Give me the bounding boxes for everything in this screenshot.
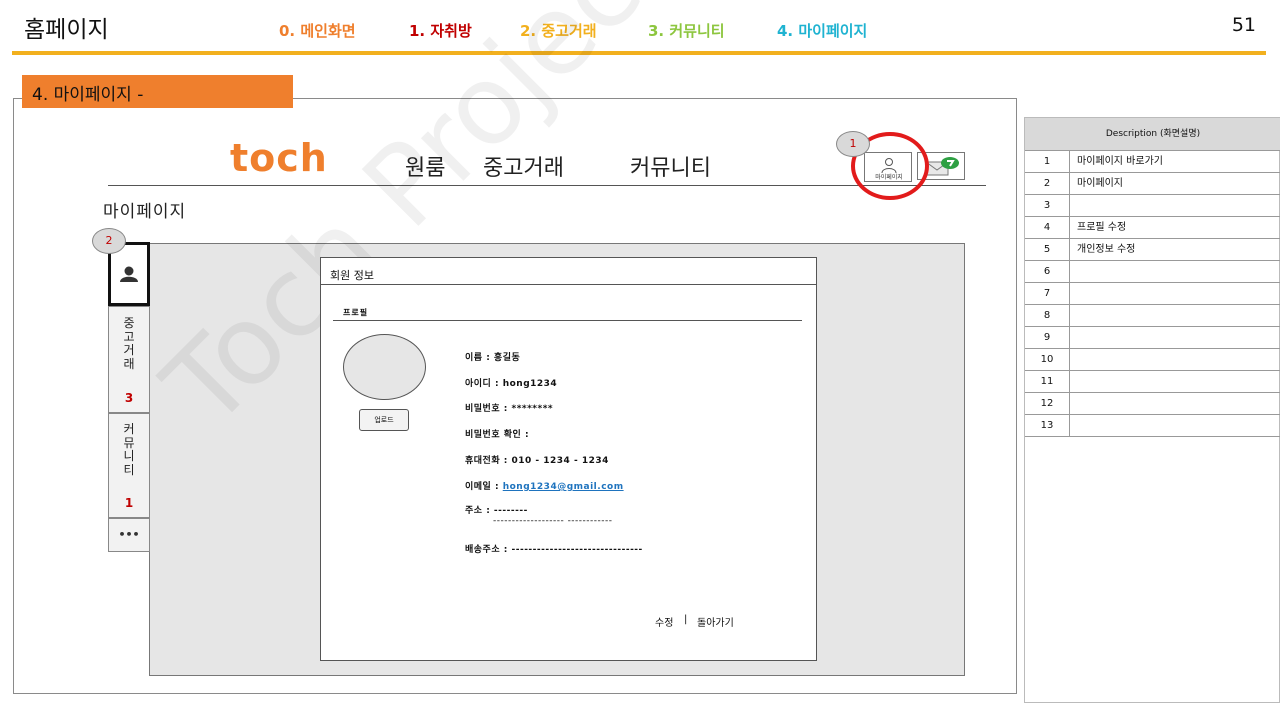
row-number: 9 bbox=[1025, 327, 1070, 349]
row-number: 4 bbox=[1025, 217, 1070, 239]
row-number: 2 bbox=[1025, 173, 1070, 195]
row-number: 11 bbox=[1025, 371, 1070, 393]
description-table: Description (화면설명) 1 마이페이지 바로가기 2 마이페이지 3 … bbox=[1024, 117, 1280, 703]
side-tab-market-count: 3 bbox=[124, 391, 134, 405]
description-row: 12 bbox=[1025, 393, 1280, 415]
user-icon bbox=[120, 266, 138, 282]
field-password[interactable]: 비밀번호 : ******** bbox=[465, 401, 553, 414]
row-number: 10 bbox=[1025, 349, 1070, 371]
row-number: 3 bbox=[1025, 195, 1070, 217]
row-number: 5 bbox=[1025, 239, 1070, 261]
description-row: 4 프로필 수정 bbox=[1025, 217, 1280, 239]
field-password-confirm[interactable]: 비밀번호 확인 : bbox=[465, 427, 529, 440]
side-tab-community[interactable]: 커뮤니티 1 bbox=[108, 413, 150, 518]
field-email[interactable]: 이메일 : hong1234@gmail.com bbox=[465, 479, 624, 492]
profile-divider bbox=[333, 320, 802, 321]
side-tab-community-label: 커뮤니티 bbox=[123, 422, 135, 477]
site-logo[interactable]: toch bbox=[230, 136, 328, 180]
description-row: 2 마이페이지 bbox=[1025, 173, 1280, 195]
card-title-divider bbox=[320, 284, 817, 285]
row-text: 마이페이지 바로가기 bbox=[1077, 156, 1163, 167]
nav-main[interactable]: 0. 메인화면 bbox=[279, 20, 356, 41]
field-id: 아이디 : hong1234 bbox=[465, 379, 558, 389]
description-row: 1 마이페이지 바로가기 bbox=[1025, 151, 1280, 173]
row-text: 마이페이지 bbox=[1077, 178, 1123, 189]
row-number: 7 bbox=[1025, 283, 1070, 305]
description-row: 6 bbox=[1025, 261, 1280, 283]
avatar bbox=[343, 334, 426, 400]
field-name: 이름 : 홍길동 bbox=[465, 353, 521, 363]
more-icon: ••• bbox=[118, 528, 140, 541]
field-phone[interactable]: 휴대전화 : 010 - 1234 - 1234 bbox=[465, 453, 609, 466]
description-row: 5 개인정보 수정 bbox=[1025, 239, 1280, 261]
mypage-heading: 마이페이지 bbox=[103, 202, 187, 222]
side-tab-community-count: 1 bbox=[124, 496, 134, 510]
section-tag: 4. 마이페이지 - bbox=[22, 75, 293, 108]
profile-subtitle: 프로필 bbox=[343, 308, 369, 317]
annotation-badge-2: 2 bbox=[92, 228, 126, 254]
annotation-badge-1: 1 bbox=[836, 131, 870, 157]
description-row: 10 bbox=[1025, 349, 1280, 371]
description-row: 8 bbox=[1025, 305, 1280, 327]
row-text: 프로필 수정 bbox=[1077, 222, 1127, 233]
row-number: 12 bbox=[1025, 393, 1070, 415]
side-tab-market-label: 중고거래 bbox=[123, 316, 135, 371]
member-card-title: 회원 정보 bbox=[330, 269, 374, 282]
description-row: 3 bbox=[1025, 195, 1280, 217]
site-header-divider bbox=[108, 185, 986, 186]
row-text: 개인정보 수정 bbox=[1077, 244, 1136, 255]
row-number: 6 bbox=[1025, 261, 1070, 283]
header-divider bbox=[12, 51, 1266, 55]
description-row: 11 bbox=[1025, 371, 1280, 393]
row-number: 1 bbox=[1025, 151, 1070, 173]
slide-number: 51 bbox=[1231, 14, 1256, 36]
field-shipping-address[interactable]: 배송주소 : ------------------------------- bbox=[465, 542, 643, 555]
field-address-detail[interactable]: ------------------- ------------ bbox=[493, 516, 613, 526]
field-address[interactable]: 주소 : -------- bbox=[465, 503, 528, 516]
back-link[interactable]: 돌아가기 bbox=[697, 614, 734, 629]
side-tab-more[interactable]: ••• bbox=[108, 518, 150, 552]
description-row: 9 bbox=[1025, 327, 1280, 349]
description-row: 7 bbox=[1025, 283, 1280, 305]
side-tab-market[interactable]: 중고거래 3 bbox=[108, 306, 150, 413]
row-number: 13 bbox=[1025, 415, 1070, 437]
page-title: 홈페이지 bbox=[24, 17, 109, 43]
description-header: Description (화면설명) bbox=[1025, 118, 1280, 151]
site-nav-community[interactable]: 커뮤니티 bbox=[630, 150, 711, 182]
link-separator: | bbox=[684, 614, 688, 625]
field-email-value[interactable]: hong1234@gmail.com bbox=[503, 482, 624, 492]
nav-mypage[interactable]: 4. 마이페이지 bbox=[777, 20, 867, 41]
edit-link[interactable]: 수정 bbox=[655, 614, 673, 629]
nav-community[interactable]: 3. 커뮤니티 bbox=[648, 20, 725, 41]
upload-button[interactable]: 업로드 bbox=[359, 409, 409, 431]
description-row: 13 bbox=[1025, 415, 1280, 437]
field-email-label: 이메일 : bbox=[465, 482, 503, 492]
row-number: 8 bbox=[1025, 305, 1070, 327]
